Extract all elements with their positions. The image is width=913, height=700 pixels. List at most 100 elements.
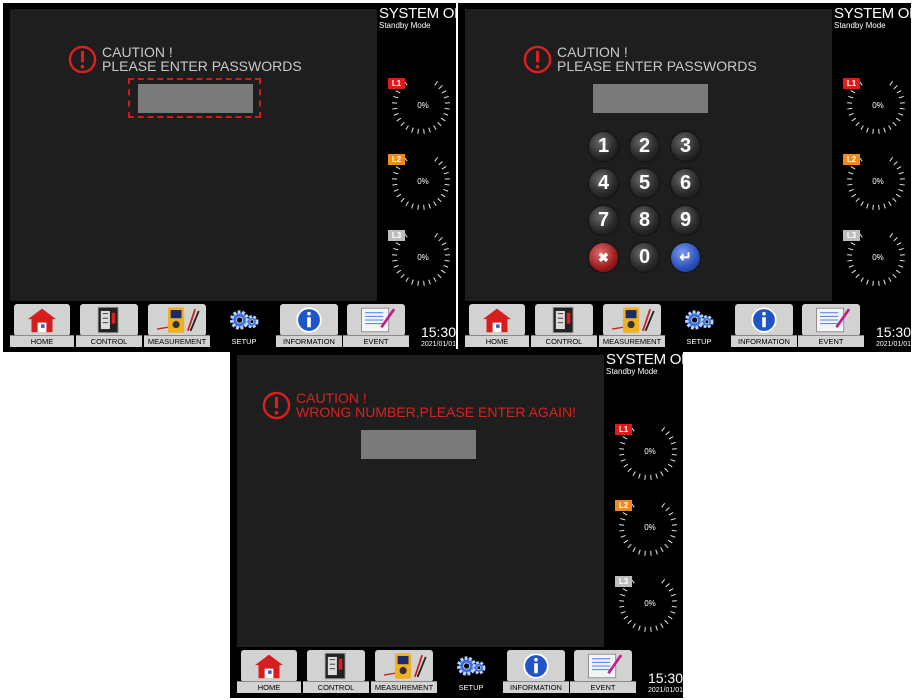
phase-badge-l2: L2 <box>843 154 860 165</box>
measurement-button[interactable]: MEASUREMENT <box>371 647 437 695</box>
measurement-button[interactable]: MEASUREMENT <box>144 301 210 349</box>
setup-button[interactable]: SETUP <box>667 301 731 349</box>
load-gauge-l1: L1 0% <box>615 419 680 483</box>
main-area: CAUTION ! WRONG NUMBER,PLEASE ENTER AGAI… <box>237 355 604 647</box>
control-button[interactable]: CONTROL <box>76 301 142 349</box>
measurement-button[interactable]: MEASUREMENT <box>599 301 665 349</box>
information-button[interactable]: INFORMATION <box>731 301 797 349</box>
key-1[interactable]: 1 <box>589 132 618 161</box>
load-gauge-l3: L3 0% <box>843 225 908 289</box>
load-gauge-l3: L3 0% <box>388 225 453 289</box>
setup-button[interactable]: SETUP <box>439 647 503 695</box>
control-icon <box>97 306 119 334</box>
clock-time: 15:30 <box>875 324 911 340</box>
caution-instruction: WRONG NUMBER,PLEASE ENTER AGAIN! <box>296 404 577 420</box>
load-gauge-l1: L1 0% <box>388 73 453 137</box>
event-label: EVENT <box>343 335 409 347</box>
control-label: CONTROL <box>531 335 597 347</box>
clock-date: 2021/01/01 <box>647 687 683 694</box>
caution-instruction: PLEASE ENTER PASSWORDS <box>557 58 757 74</box>
phase-badge-l3: L3 <box>615 576 632 587</box>
phase-badge-l1: L1 <box>843 78 860 89</box>
gauge-value: 0% <box>644 523 656 532</box>
bottom-navigation: HOME CONTROL MEASUREMENT SETUP INFORMATI… <box>230 647 683 698</box>
phase-badge-l1: L1 <box>615 424 632 435</box>
gears-icon <box>230 310 259 330</box>
clock-date: 2021/01/01 <box>875 341 911 348</box>
control-label: CONTROL <box>76 335 142 347</box>
key-9[interactable]: 9 <box>671 206 700 235</box>
information-label: INFORMATION <box>503 681 569 693</box>
measurement-label: MEASUREMENT <box>144 335 210 347</box>
home-icon <box>28 308 56 333</box>
info-icon <box>751 307 777 333</box>
key-2[interactable]: 2 <box>630 132 659 161</box>
setup-label: SETUP <box>686 337 712 346</box>
control-icon <box>552 306 574 334</box>
home-label: HOME <box>237 681 301 693</box>
information-button[interactable]: INFORMATION <box>503 647 569 695</box>
caution-text: CAUTION ! PLEASE ENTER PASSWORDS <box>102 45 302 73</box>
gears-icon <box>685 310 714 330</box>
clock-date: 2021/01/01 <box>420 341 456 348</box>
gauge-value: 0% <box>417 177 429 186</box>
bottom-navigation: HOME CONTROL MEASUREMENT SETUP INFORMATI… <box>458 301 911 352</box>
home-button[interactable]: HOME <box>465 301 529 349</box>
control-button[interactable]: CONTROL <box>531 301 597 349</box>
event-button[interactable]: EVENT <box>798 301 864 349</box>
information-button[interactable]: INFORMATION <box>276 301 342 349</box>
info-icon <box>296 307 322 333</box>
caution-message: CAUTION ! PLEASE ENTER PASSWORDS <box>523 43 823 83</box>
home-button[interactable]: HOME <box>237 647 301 695</box>
mode-status: Standby Mode <box>834 21 886 30</box>
control-button[interactable]: CONTROL <box>303 647 369 695</box>
mode-status: Standby Mode <box>606 367 658 376</box>
setup-button[interactable]: SETUP <box>212 301 276 349</box>
event-button[interactable]: EVENT <box>343 301 409 349</box>
password-input[interactable] <box>593 84 708 113</box>
control-icon <box>324 652 346 680</box>
system-status: SYSTEM ON <box>379 5 456 22</box>
key-8[interactable]: 8 <box>630 206 659 235</box>
info-icon <box>523 653 549 679</box>
gauge-value: 0% <box>872 177 884 186</box>
key-7[interactable]: 7 <box>589 206 618 235</box>
password-input[interactable] <box>361 430 476 459</box>
control-label: CONTROL <box>303 681 369 693</box>
load-gauge-l2: L2 0% <box>615 495 680 559</box>
status-sidebar: SYSTEM ON Standby Mode L1 0% L2 0% L3 0% <box>377 3 456 301</box>
key-0[interactable]: 0 <box>630 243 659 272</box>
enter-key[interactable]: ↵ <box>671 243 700 272</box>
password-input[interactable] <box>138 84 253 113</box>
key-6[interactable]: 6 <box>671 169 700 198</box>
caution-instruction: PLEASE ENTER PASSWORDS <box>102 58 302 74</box>
delete-key[interactable]: ✖ <box>589 243 618 272</box>
event-log-icon <box>361 307 396 333</box>
load-gauge-l1: L1 0% <box>843 73 908 137</box>
phase-badge-l2: L2 <box>388 154 405 165</box>
phase-badge-l2: L2 <box>615 500 632 511</box>
clock-time: 15:30 <box>420 324 456 340</box>
home-icon <box>483 308 511 333</box>
gears-icon <box>457 656 486 676</box>
warning-icon <box>262 391 291 420</box>
key-4[interactable]: 4 <box>589 169 618 198</box>
screen-panel-2: CAUTION ! PLEASE ENTER PASSWORDS 123 456 7… <box>458 3 911 352</box>
home-button[interactable]: HOME <box>10 301 74 349</box>
gauge-value: 0% <box>872 101 884 110</box>
caution-message: CAUTION ! PLEASE ENTER PASSWORDS <box>68 43 368 83</box>
event-log-icon <box>588 653 623 679</box>
key-3[interactable]: 3 <box>671 132 700 161</box>
event-label: EVENT <box>570 681 636 693</box>
event-button[interactable]: EVENT <box>570 647 636 695</box>
phase-badge-l3: L3 <box>843 230 860 241</box>
system-status: SYSTEM ON <box>834 5 911 22</box>
warning-icon <box>523 45 552 74</box>
screen-panel-3: CAUTION ! WRONG NUMBER,PLEASE ENTER AGAI… <box>230 349 683 698</box>
system-status: SYSTEM ON <box>606 351 683 368</box>
caution-title: CAUTION ! <box>557 44 628 60</box>
key-5[interactable]: 5 <box>630 169 659 198</box>
home-icon <box>255 654 283 679</box>
information-label: INFORMATION <box>276 335 342 347</box>
multimeter-icon <box>156 307 200 333</box>
